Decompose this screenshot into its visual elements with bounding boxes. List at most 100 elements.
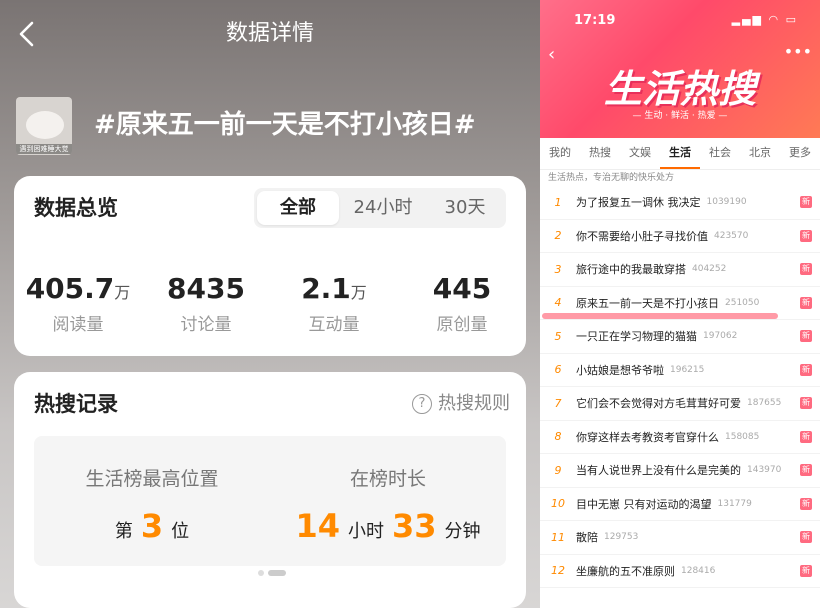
duration-label: 在榜时长: [349, 468, 426, 490]
rank-number: 5: [554, 329, 562, 343]
rank-number: 4: [554, 296, 562, 310]
rank-number: 1: [554, 195, 562, 209]
stat-interactions: 2.1万 互动量: [270, 272, 398, 336]
hot-record-title: 热搜记录: [34, 392, 118, 416]
minutes-unit: 分钟: [444, 521, 481, 542]
overview-title: 数据总览: [34, 196, 118, 220]
rank-number: 6: [554, 363, 562, 377]
hot-rules-link[interactable]: ? 热搜规则: [412, 392, 510, 416]
list-item[interactable]: 3 旅行途中的我最敢穿搭 404252 新: [540, 253, 820, 287]
item-title: 小姑娘是想爷爷啦: [576, 363, 664, 377]
tab-mine[interactable]: 我的: [540, 138, 580, 169]
item-title: 它们会不会觉得对方毛茸茸好可爱: [576, 397, 741, 411]
tab-hot[interactable]: 热搜: [580, 138, 620, 169]
new-badge: 新: [800, 397, 812, 409]
hot-rules-label: 热搜规则: [438, 393, 510, 414]
new-badge: 新: [800, 363, 812, 376]
stat-label: 原创量: [436, 315, 488, 335]
status-time: 17:19: [574, 13, 616, 28]
life-hot-search-screen: 17:19 ▂▄▆ ◠ ▭ ‹ ••• 生活热搜 — 生动 · 鲜活 · 热爱 …: [540, 0, 820, 608]
list-item[interactable]: 5 一只正在学习物理的猫猫 197062 新: [540, 320, 820, 354]
new-badge: 新: [800, 296, 812, 309]
banner-title: 生活热搜: [603, 67, 756, 111]
hours-unit: 小时: [348, 521, 384, 542]
rank-number: 8: [554, 430, 562, 444]
item-title: 原来五一前一天是不打小孩日: [576, 296, 719, 310]
tab-life[interactable]: 生活: [660, 138, 700, 169]
status-icons: ▂▄▆ ◠ ▭: [731, 13, 798, 26]
rank-number: 7: [554, 396, 562, 410]
hours-value: 14: [295, 507, 340, 545]
item-count: 251050: [725, 297, 760, 308]
stat-label: 互动量: [308, 315, 360, 335]
peak-value: 3: [140, 507, 164, 545]
rank-number: 9: [554, 463, 562, 477]
item-count: 1039190: [706, 197, 747, 208]
segment-30d[interactable]: 30天: [424, 188, 506, 228]
topic-detail-panel: 数据详情 遇到困难睡大觉 #原来五一前一天是不打小孩日# 数据总览 全部 24小…: [0, 0, 540, 608]
topic-thumbnail: 遇到困难睡大觉: [16, 97, 72, 155]
hot-search-record-card: 热搜记录 ? 热搜规则 生活榜最高位置 第3位 在榜时长 14 小时 33 分钟: [14, 372, 526, 608]
time-range-segmented-control: 全部 24小时 30天: [254, 188, 506, 228]
page-dot-active: [268, 570, 286, 576]
list-item[interactable]: 10 目中无崽 只有对运动的渴望 131779 新: [540, 488, 820, 521]
stats-row: 405.7万 阅读量 8435 讨论量 2.1万 互动量 445 原创量: [14, 272, 526, 336]
stat-unit: 万: [114, 283, 131, 302]
segment-all[interactable]: 全部: [257, 191, 339, 225]
item-count: 197062: [703, 331, 738, 342]
stat-reads: 405.7万 阅读量: [14, 272, 142, 336]
item-title: 坐廉航的五不准原则: [576, 564, 675, 578]
new-badge: 新: [800, 330, 812, 342]
list-item[interactable]: 4 原来五一前一天是不打小孩日 251050 新: [540, 287, 820, 320]
peak-label: 生活榜最高位置: [85, 468, 219, 490]
list-item[interactable]: 12 坐廉航的五不准原则 128416 新: [540, 555, 820, 588]
list-item[interactable]: 7 它们会不会觉得对方毛茸茸好可爱 187655 新: [540, 387, 820, 421]
new-badge: 新: [800, 497, 812, 510]
list-item[interactable]: 2 你不需要给小肚子寻找价值 423570 新: [540, 220, 820, 253]
item-count: 143970: [747, 465, 782, 476]
tab-society[interactable]: 社会: [700, 138, 740, 169]
item-title: 散陪: [576, 531, 598, 545]
item-count: 423570: [714, 230, 749, 241]
category-tabs: 我的 热搜 文娱 生活 社会 北京 更多: [540, 138, 820, 170]
rank-number: 3: [554, 262, 562, 276]
stat-value: 8435: [167, 272, 245, 305]
thumbnail-caption: 遇到困难睡大觉: [16, 144, 72, 154]
page-title: 数据详情: [225, 21, 314, 46]
list-item[interactable]: 9 当有人说世界上没有什么是完美的 143970 新: [540, 454, 820, 488]
stat-label: 讨论量: [180, 315, 232, 335]
list-item[interactable]: 6 小姑娘是想爷爷啦 196215 新: [540, 354, 820, 387]
tab-more[interactable]: 更多: [780, 138, 820, 169]
item-title: 你穿这样去考教资考官穿什么: [576, 430, 719, 444]
item-count: 196215: [670, 364, 705, 375]
new-badge: 新: [800, 229, 812, 242]
new-badge: 新: [800, 531, 812, 543]
item-title: 旅行途中的我最敢穿搭: [576, 263, 686, 277]
peak-position: 生活榜最高位置 第3位: [34, 436, 270, 566]
list-item[interactable]: 11 散陪 129753 新: [540, 521, 820, 555]
item-count: 158085: [725, 431, 760, 442]
hot-search-list: 1 为了报复五一调休 我决定 1039190 新 2 你不需要给小肚子寻找价值 423570…: [540, 186, 820, 588]
list-item[interactable]: 8 你穿这样去考教资考官穿什么 158085 新: [540, 421, 820, 454]
segment-24h[interactable]: 24小时: [342, 188, 424, 228]
peak-prefix: 第: [114, 521, 133, 542]
stat-unit: 万: [350, 283, 367, 302]
stat-value: 445: [432, 272, 492, 305]
minutes-value: 33: [392, 507, 437, 545]
page-dot: [258, 570, 264, 576]
banner-subtitle: — 生动 · 鲜活 · 热爱 —: [632, 111, 728, 121]
item-count: 128416: [681, 565, 716, 576]
stat-discussions: 8435 讨论量: [142, 272, 270, 336]
item-count: 404252: [692, 264, 727, 275]
rank-number: 10: [551, 497, 565, 511]
tab-entertainment[interactable]: 文娱: [620, 138, 660, 169]
new-badge: 新: [800, 464, 812, 476]
item-title: 当有人说世界上没有什么是完美的: [576, 464, 741, 478]
tab-beijing[interactable]: 北京: [740, 138, 780, 169]
peak-suffix: 位: [171, 521, 190, 542]
stat-originals: 445 原创量: [398, 272, 526, 336]
tagline: 生活热点，专治无聊的快乐处方: [548, 173, 675, 183]
item-title: 你不需要给小肚子寻找价值: [576, 229, 708, 243]
list-item[interactable]: 1 为了报复五一调休 我决定 1039190 新: [540, 186, 820, 220]
new-badge: 新: [800, 196, 812, 208]
